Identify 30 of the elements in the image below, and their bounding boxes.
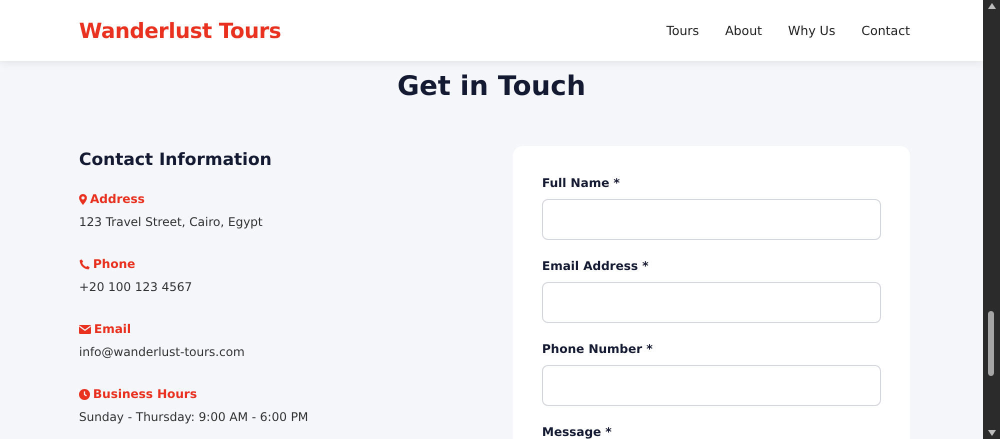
field-label: Message * <box>542 425 613 439</box>
contact-label: Phone <box>93 257 136 271</box>
contact-heading: Contact Information <box>79 150 273 170</box>
field-label: Phone Number * <box>542 342 654 356</box>
contact-value: info@wanderlust-tours.com <box>79 345 246 359</box>
contact-label: Email <box>94 322 132 336</box>
contact-label: Business Hours <box>93 387 197 401</box>
envelope-icon <box>79 324 91 334</box>
field-label: Full Name * <box>542 176 621 190</box>
scroll-down-icon[interactable] <box>988 430 996 436</box>
nav-link[interactable]: Tours <box>666 23 700 38</box>
section-title: Get in Touch <box>397 71 586 102</box>
input-field[interactable] <box>542 282 881 323</box>
contact-value: +20 100 123 4567 <box>79 280 194 294</box>
input-field[interactable] <box>542 365 881 406</box>
site-logo[interactable]: Wanderlust Tours <box>79 18 282 42</box>
contact-value: 123 Travel Street, Cairo, Egypt <box>79 215 264 229</box>
scrollbar[interactable] <box>983 0 1000 439</box>
field-label: Email Address * <box>542 259 650 273</box>
nav-link[interactable]: Why Us <box>788 23 836 38</box>
scroll-up-icon[interactable] <box>988 3 996 9</box>
contact-value: Sunday - Thursday: 9:00 AM - 6:00 PM <box>79 410 310 424</box>
input-field[interactable] <box>542 199 881 240</box>
contact-label: Address <box>90 192 145 206</box>
clock-icon <box>79 388 90 400</box>
scroll-thumb[interactable] <box>988 311 994 376</box>
map-pin-icon <box>79 194 87 204</box>
nav-link[interactable]: Contact <box>861 23 910 38</box>
nav-link[interactable]: About <box>725 23 762 38</box>
phone-icon <box>79 258 90 270</box>
